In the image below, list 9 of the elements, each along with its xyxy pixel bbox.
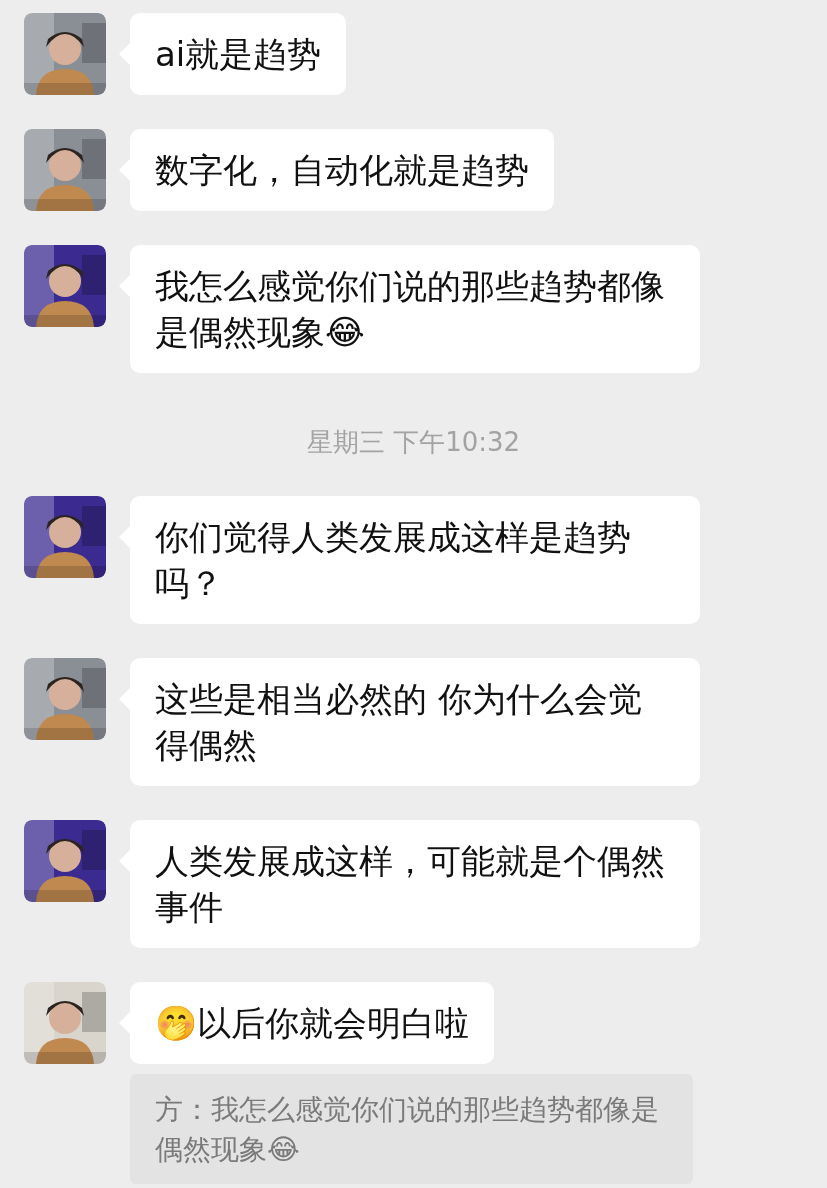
timestamp: 星期三 下午10:32 <box>306 426 521 459</box>
message-bubble: ai就是趋势 <box>130 13 347 95</box>
quoted-message: 方：我怎么感觉你们说的那些趋势都像是偶然现象😂 <box>130 1074 693 1184</box>
message-bubble: 我怎么感觉你们说的那些趋势都像是偶然现象😂 <box>130 245 700 373</box>
message-bubble: 数字化，自动化就是趋势 <box>130 129 554 211</box>
message-bubble: 这些是相当必然的 你为什么会觉得偶然 <box>130 658 700 786</box>
message-bubble: 人类发展成这样，可能就是个偶然事件 <box>130 820 700 948</box>
message-bubble: 你们觉得人类发展成这样是趋势吗？ <box>130 496 700 624</box>
message-bubble: 🤭以后你就会明白啦 <box>130 982 494 1064</box>
